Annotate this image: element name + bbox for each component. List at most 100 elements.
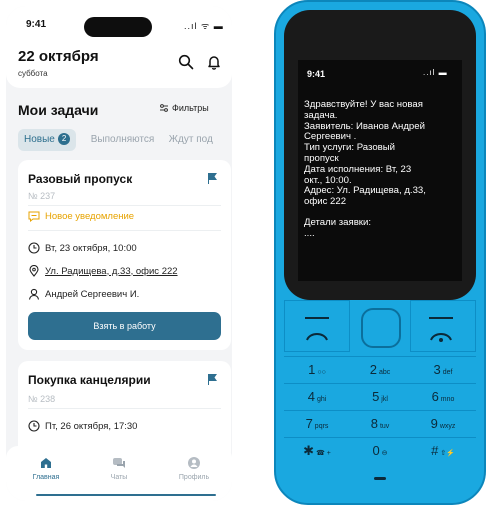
key-6[interactable]: 6 mno bbox=[412, 384, 474, 410]
key-num: ✱ bbox=[303, 443, 315, 458]
phone-status-time: 9:41 bbox=[307, 69, 326, 79]
key-5[interactable]: 5 jkl bbox=[349, 384, 411, 410]
task-address[interactable]: Ул. Радищева, д.33, офис 222 bbox=[28, 265, 178, 277]
chat-bubble-icon bbox=[28, 211, 40, 222]
tab-home[interactable]: Главная bbox=[16, 456, 76, 481]
tab-profile-label: Профиль bbox=[178, 474, 210, 481]
chats-icon bbox=[113, 458, 125, 468]
key-sub: tuv bbox=[379, 423, 390, 430]
details-more: .... bbox=[304, 227, 315, 239]
composite-screenshot: 9:41 ..ıl ᯤ ▬ 22 октября суббота Мои зад… bbox=[0, 0, 488, 507]
key-hash[interactable]: # ⇧⚡ bbox=[412, 438, 474, 464]
task-title: Разовый пропуск bbox=[28, 172, 133, 186]
page-title: 22 октября bbox=[18, 48, 99, 65]
section-title: Мои задачи bbox=[18, 102, 99, 118]
bell-icon[interactable] bbox=[206, 54, 222, 70]
key-sub: ⊖ bbox=[381, 450, 388, 457]
filters-button[interactable]: Фильтры bbox=[159, 103, 209, 113]
sms-message: Здравствуйте! У вас новая задача. Заявит… bbox=[304, 99, 460, 240]
task-number: № 237 bbox=[28, 191, 56, 201]
task-card[interactable]: Разовый пропуск № 237 Новое уведомление bbox=[18, 160, 231, 350]
key-sub: ⇧⚡ bbox=[440, 450, 455, 457]
key-3[interactable]: 3 def bbox=[412, 357, 474, 383]
weekday-label: суббота bbox=[18, 69, 48, 78]
flag-icon[interactable] bbox=[206, 373, 218, 385]
take-task-button[interactable]: Взять в работу bbox=[28, 312, 221, 340]
key-num: 8 bbox=[370, 416, 378, 431]
task-tabs: Новые 2 Выполняются Ждут под bbox=[18, 129, 232, 151]
key-num: 0 bbox=[372, 443, 380, 458]
divider bbox=[28, 230, 221, 231]
dynamic-island bbox=[84, 17, 152, 37]
status-bar: 9:41 ..ıl ᯤ ▬ bbox=[6, 6, 232, 44]
key-num: 4 bbox=[307, 389, 315, 404]
app-header: 22 октября суббота bbox=[6, 44, 232, 88]
task-datetime: Вт, 23 октября, 10:00 bbox=[28, 242, 137, 254]
key-0[interactable]: 0 ⊖ bbox=[349, 438, 411, 464]
left-softkey-icons bbox=[305, 317, 329, 341]
key-num: 6 bbox=[431, 389, 439, 404]
key-sub: ○○ bbox=[317, 369, 326, 376]
details-title: Детали заявки: bbox=[304, 216, 372, 228]
home-indicator bbox=[36, 494, 216, 496]
key-sub: wxyz bbox=[439, 423, 456, 430]
system-status-icons: ..ıl ᯤ ▬ bbox=[184, 21, 224, 31]
right-softkey-icons bbox=[429, 317, 453, 342]
bottom-tab-bar: Главная Чаты Профиль bbox=[6, 446, 232, 501]
profile-icon bbox=[188, 457, 200, 469]
mobile-app: 9:41 ..ıl ᯤ ▬ 22 октября суббота Мои зад… bbox=[6, 6, 232, 501]
search-icon[interactable] bbox=[178, 54, 194, 70]
key-num: 1 bbox=[308, 362, 316, 377]
key-num: 3 bbox=[433, 362, 441, 377]
key-7[interactable]: 7 pqrs bbox=[286, 411, 348, 437]
address-link[interactable]: Ул. Радищева, д.33, офис 222 bbox=[45, 266, 178, 277]
tab-chats[interactable]: Чаты bbox=[89, 456, 149, 481]
tab-profile[interactable]: Профиль bbox=[164, 456, 224, 481]
flag-icon[interactable] bbox=[206, 172, 218, 184]
task-title: Покупка канцелярии bbox=[28, 373, 151, 387]
microphone-slot bbox=[374, 477, 386, 480]
key-sub: pqrs bbox=[314, 423, 329, 430]
phone-signal-battery: ..ıl ▬ bbox=[423, 68, 448, 77]
phone-screen: 9:41 ..ıl ▬ Здравствуйте! У вас новая за… bbox=[298, 60, 462, 281]
filters-label: Фильтры bbox=[172, 103, 209, 113]
feature-phone: 9:41 ..ıl ▬ Здравствуйте! У вас новая за… bbox=[274, 0, 488, 507]
message-line: Дата исполнения: Вт, 23 bbox=[304, 163, 412, 175]
key-1[interactable]: 1 ○○ bbox=[286, 357, 348, 383]
key-9[interactable]: 9 wxyz bbox=[412, 411, 474, 437]
clock-icon bbox=[28, 242, 40, 254]
key-num: # bbox=[431, 443, 439, 458]
key-8[interactable]: 8 tuv bbox=[349, 411, 411, 437]
tab-waiting[interactable]: Ждут под bbox=[169, 129, 213, 151]
key-sub: ☎ + bbox=[316, 450, 331, 457]
tab-home-label: Главная bbox=[32, 474, 60, 481]
key-sub: ghi bbox=[316, 396, 327, 403]
message-line: офис 222 bbox=[304, 196, 347, 208]
key-sub: jkl bbox=[381, 396, 388, 403]
status-time: 9:41 bbox=[26, 19, 47, 30]
key-num: 2 bbox=[369, 362, 377, 377]
navigation-pad[interactable] bbox=[361, 308, 401, 348]
divider bbox=[28, 408, 221, 409]
tab-new[interactable]: Новые 2 bbox=[18, 129, 77, 151]
key-num: 7 bbox=[305, 416, 313, 431]
notification-label: Новое уведомление bbox=[28, 211, 134, 222]
clock-icon bbox=[28, 420, 40, 432]
key-num: 5 bbox=[372, 389, 380, 404]
task-datetime: Пт, 26 октября, 17:30 bbox=[28, 420, 137, 432]
tab-new-label: Новые bbox=[24, 134, 55, 145]
user-icon bbox=[28, 288, 40, 300]
key-4[interactable]: 4 ghi bbox=[286, 384, 348, 410]
tab-chats-label: Чаты bbox=[110, 474, 128, 481]
assignee-name: Андрей Сергеевич И. bbox=[45, 288, 140, 300]
datetime-text: Пт, 26 октября, 17:30 bbox=[45, 420, 138, 432]
key-2[interactable]: 2 abc bbox=[349, 357, 411, 383]
key-star[interactable]: ✱ ☎ + bbox=[286, 438, 348, 464]
message-line: задача. bbox=[304, 109, 338, 121]
divider bbox=[28, 205, 221, 206]
notification-text: Новое уведомление bbox=[45, 211, 135, 222]
key-sub: abc bbox=[378, 369, 391, 376]
location-pin-icon bbox=[29, 265, 39, 277]
count-badge: 2 bbox=[57, 133, 71, 146]
tab-in-progress[interactable]: Выполняются bbox=[91, 129, 155, 151]
